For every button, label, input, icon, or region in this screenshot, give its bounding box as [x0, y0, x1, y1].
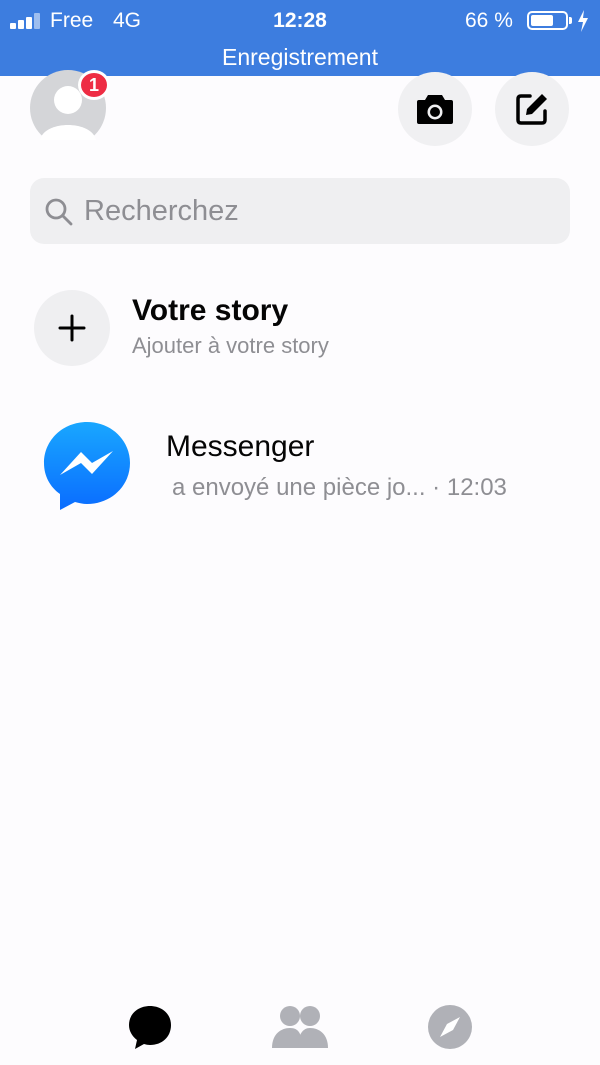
search-bar[interactable]	[30, 178, 570, 244]
conversation-preview: a envoyé une pièce jo... · 12:03	[172, 474, 507, 501]
conversation-row[interactable]: Messenger a envoyé une pièce jo... · 12:…	[0, 410, 600, 520]
tab-chats[interactable]	[120, 1000, 180, 1054]
search-icon	[45, 198, 73, 226]
camera-icon	[417, 95, 453, 124]
battery-percent: 66 %	[465, 9, 513, 32]
messenger-logo-icon	[44, 422, 130, 510]
your-story-row[interactable]: Votre story Ajouter à votre story	[0, 280, 600, 380]
tab-discover[interactable]	[420, 1000, 480, 1054]
compass-icon	[428, 1005, 472, 1049]
battery-icon	[527, 11, 568, 30]
status-bar: Free 4G 12:28 66 % Enregistrement	[0, 0, 600, 76]
search-input[interactable]	[84, 190, 554, 232]
story-subtitle: Ajouter à votre story	[132, 333, 329, 358]
camera-button[interactable]	[398, 72, 472, 146]
add-story-button[interactable]	[34, 290, 110, 366]
story-title: Votre story	[132, 294, 289, 327]
tab-bar	[0, 990, 600, 1065]
battery-tip	[569, 17, 572, 24]
people-icon	[272, 1006, 328, 1048]
compose-icon	[516, 94, 547, 125]
tab-people[interactable]	[270, 1000, 330, 1054]
recording-indicator[interactable]: Enregistrement	[0, 44, 600, 71]
conversation-name: Messenger	[166, 430, 315, 463]
notification-badge: 1	[78, 70, 110, 100]
chat-bubble-icon	[129, 1006, 171, 1049]
compose-button[interactable]	[495, 72, 569, 146]
plus-icon	[58, 314, 86, 342]
charging-bolt-icon	[578, 10, 588, 32]
